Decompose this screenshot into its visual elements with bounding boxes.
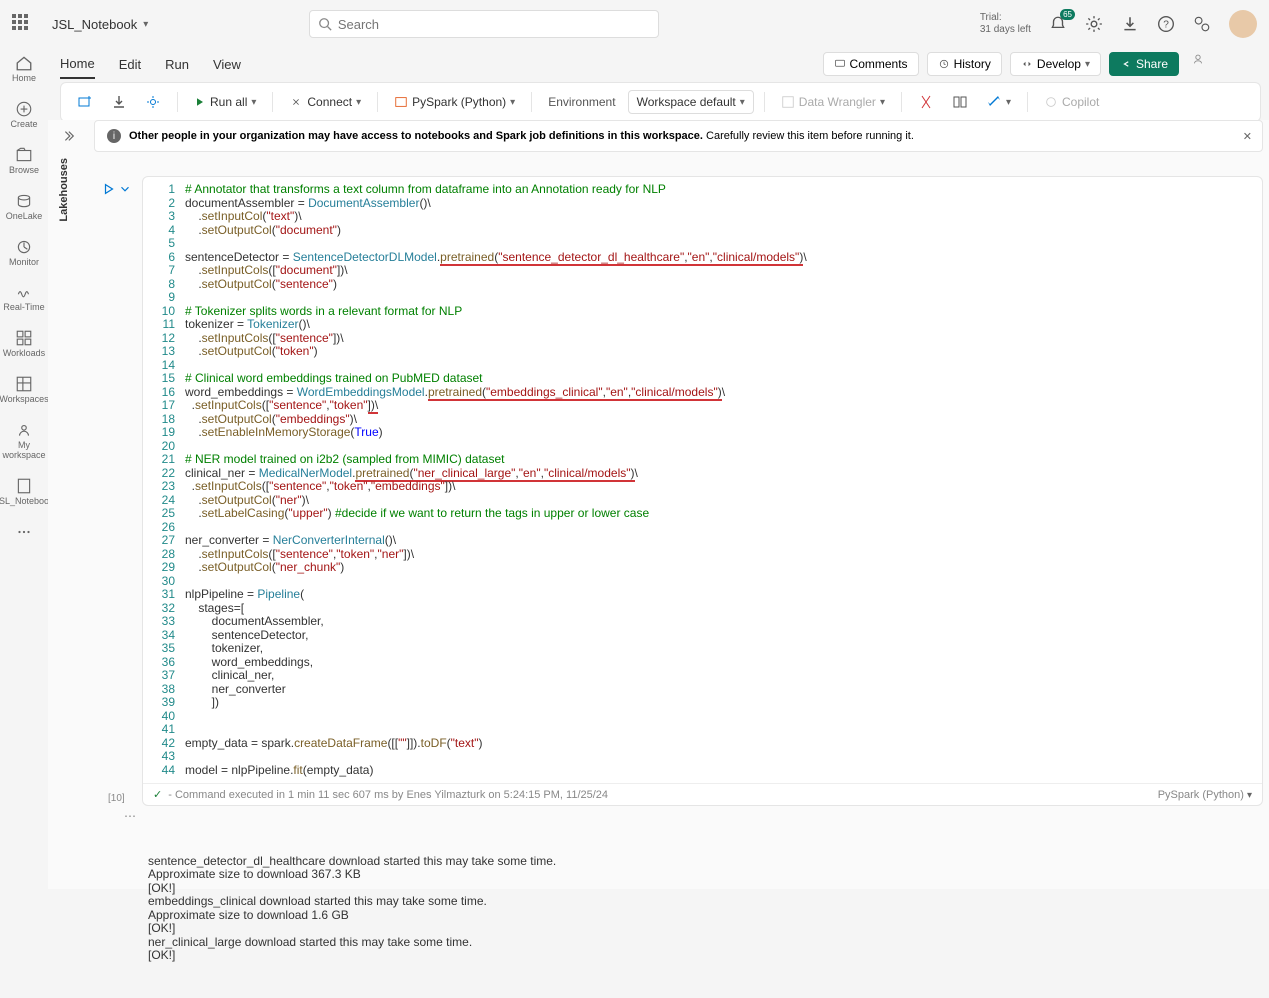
notebook-title[interactable]: JSL_Notebook [52, 17, 137, 32]
run-menu-icon[interactable] [118, 182, 132, 196]
close-icon[interactable]: ✕ [1243, 130, 1252, 143]
main-area: Lakehouses i Other people in your organi… [48, 120, 1269, 889]
workspace-default-dropdown[interactable]: Workspace default▾ [628, 90, 754, 114]
run-all-button[interactable]: Run all▾ [188, 91, 262, 113]
left-rail: Home Create Browse OneLake Monitor Real-… [0, 48, 48, 889]
vscode-icon[interactable]: ▾ [980, 90, 1017, 114]
code-cell[interactable]: 1234567891011121314151617181920212223242… [142, 176, 1263, 806]
gear-icon[interactable] [139, 90, 167, 114]
settings-icon[interactable] [1085, 15, 1103, 33]
search-box[interactable] [309, 10, 659, 38]
rail-monitor[interactable]: Monitor [2, 232, 46, 274]
top-header: JSL_Notebook ▾ Trial: 31 days left 65 ? [0, 0, 1269, 48]
toolbar: Run all▾ Connect▾ PySpark (Python)▾ Envi… [60, 82, 1261, 122]
rail-onelake[interactable]: OneLake [2, 186, 46, 228]
app-launcher-icon[interactable] [12, 14, 32, 34]
rail-workloads[interactable]: Workloads [2, 323, 46, 365]
rail-more-icon[interactable] [2, 517, 46, 547]
code-editor[interactable]: # Annotator that transforms a text colum… [185, 183, 1262, 777]
develop-button[interactable]: Develop▾ [1010, 52, 1101, 76]
rail-notebook[interactable]: JSL_Notebook [2, 471, 46, 513]
info-icon: i [107, 129, 121, 143]
environment-label: Environment [542, 91, 621, 113]
tab-view[interactable]: View [213, 51, 241, 78]
rail-realtime[interactable]: Real-Time [2, 277, 46, 319]
search-icon [318, 17, 332, 31]
execution-status: - Command executed in 1 min 11 sec 607 m… [168, 789, 608, 801]
rail-create[interactable]: Create [2, 94, 46, 136]
feedback-icon[interactable] [1193, 15, 1211, 33]
tab-home[interactable]: Home [60, 50, 95, 79]
more-icon[interactable] [1191, 52, 1209, 70]
tab-edit[interactable]: Edit [119, 51, 141, 78]
outline-icon[interactable] [946, 90, 974, 114]
chevron-down-icon[interactable]: ▾ [143, 19, 148, 30]
variables-icon[interactable] [912, 90, 940, 114]
execution-count: [10] [108, 793, 125, 804]
rail-home[interactable]: Home [2, 48, 46, 90]
data-wrangler-button[interactable]: Data Wrangler▾ [775, 91, 891, 113]
ribbon-tabs: Home Edit Run View Comments History Deve… [0, 48, 1269, 80]
search-input[interactable] [338, 17, 650, 32]
tab-run[interactable]: Run [165, 51, 189, 78]
run-cell-icon[interactable] [102, 182, 116, 196]
output-menu-icon[interactable]: ⋯ [124, 810, 136, 824]
download-icon[interactable] [1121, 15, 1139, 33]
add-cell-icon[interactable] [71, 90, 99, 114]
history-button[interactable]: History [927, 52, 1002, 76]
cell-language[interactable]: PySpark (Python) ▾ [1158, 789, 1252, 801]
cell-output: ⋯ sentence_detector_dl_healthcare downlo… [142, 806, 1263, 998]
banner-rest-text: Carefully review this item before runnin… [703, 130, 914, 142]
lakehouses-tab[interactable]: Lakehouses [58, 158, 70, 222]
user-avatar[interactable] [1229, 10, 1257, 38]
connect-button[interactable]: Connect▾ [283, 91, 367, 113]
line-gutter: 1234567891011121314151617181920212223242… [143, 183, 185, 777]
rail-browse[interactable]: Browse [2, 140, 46, 182]
svg-text:?: ? [1163, 19, 1169, 30]
notifications-icon[interactable]: 65 [1049, 15, 1067, 33]
trial-status: Trial: 31 days left [980, 12, 1031, 36]
rail-workspaces[interactable]: Workspaces [2, 369, 46, 411]
rail-myworkspace[interactable]: My workspace [2, 415, 46, 467]
help-icon[interactable]: ? [1157, 15, 1175, 33]
warning-banner: i Other people in your organization may … [94, 120, 1263, 152]
banner-bold-text: Other people in your organization may ha… [129, 130, 703, 142]
success-check-icon: ✓ [153, 788, 162, 801]
language-selector[interactable]: PySpark (Python)▾ [388, 91, 521, 113]
copilot-button[interactable]: Copilot [1038, 91, 1105, 113]
expand-panel-icon[interactable] [56, 124, 80, 148]
share-button[interactable]: Share [1109, 52, 1179, 76]
comments-button[interactable]: Comments [823, 52, 919, 76]
import-icon[interactable] [105, 90, 133, 114]
